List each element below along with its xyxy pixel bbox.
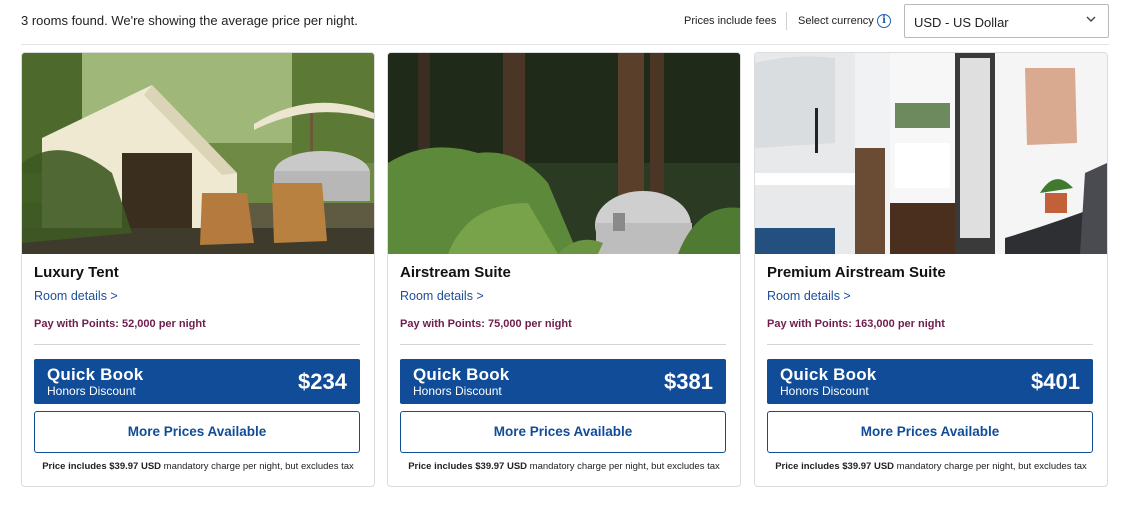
quick-book-label: Quick Book	[413, 365, 510, 384]
room-photo-airstream-suite[interactable]	[388, 53, 740, 254]
room-card: Premium Airstream Suite Room details > P…	[754, 52, 1108, 487]
currency-value: USD - US Dollar	[914, 15, 1009, 30]
nightly-price: $234	[298, 369, 347, 394]
room-photo-luxury-tent[interactable]	[22, 53, 374, 254]
quick-book-button[interactable]: Quick Book Honors Discount $401	[767, 359, 1093, 404]
disclaimer-rest: mandatory charge per night, but excludes…	[161, 461, 354, 472]
quick-book-label: Quick Book	[780, 365, 877, 384]
room-details-link[interactable]: Room details >	[34, 289, 118, 303]
room-card: Airstream Suite Room details > Pay with …	[387, 52, 741, 487]
toolbar-divider	[786, 12, 787, 30]
disclaimer-charge: Price includes $39.97 USD	[408, 461, 528, 472]
more-prices-button[interactable]: More Prices Available	[34, 411, 360, 453]
quick-book-label: Quick Book	[47, 365, 144, 384]
room-name: Luxury Tent	[34, 264, 119, 281]
points-price: Pay with Points: 163,000 per night	[767, 318, 945, 330]
disclaimer-charge: Price includes $39.97 USD	[775, 461, 895, 472]
disclaimer-charge: Price includes $39.97 USD	[42, 461, 162, 472]
room-photo-premium-airstream-suite[interactable]	[755, 53, 1107, 254]
room-name: Airstream Suite	[400, 264, 511, 281]
room-card: Luxury Tent Room details > Pay with Poin…	[21, 52, 375, 487]
discount-label: Honors Discount	[47, 384, 136, 398]
results-summary: 3 rooms found. We're showing the average…	[21, 13, 358, 28]
discount-label: Honors Discount	[413, 384, 502, 398]
discount-label: Honors Discount	[780, 384, 869, 398]
more-prices-button[interactable]: More Prices Available	[400, 411, 726, 453]
card-divider	[400, 344, 726, 345]
header-divider	[21, 44, 1109, 45]
nightly-price: $401	[1031, 369, 1080, 394]
card-divider	[767, 344, 1093, 345]
room-details-link[interactable]: Room details >	[400, 289, 484, 303]
price-disclaimer: Price includes $39.97 USD mandatory char…	[22, 461, 374, 472]
fees-note: Prices include fees	[684, 15, 777, 27]
currency-select[interactable]: USD - US Dollar	[904, 4, 1109, 38]
quick-book-button[interactable]: Quick Book Honors Discount $381	[400, 359, 726, 404]
quick-book-button[interactable]: Quick Book Honors Discount $234	[34, 359, 360, 404]
disclaimer-rest: mandatory charge per night, but excludes…	[527, 461, 720, 472]
results-toolbar: 3 rooms found. We're showing the average…	[0, 0, 1143, 44]
price-disclaimer: Price includes $39.97 USD mandatory char…	[755, 461, 1107, 472]
room-details-link[interactable]: Room details >	[767, 289, 851, 303]
price-disclaimer: Price includes $39.97 USD mandatory char…	[388, 461, 740, 472]
points-price: Pay with Points: 52,000 per night	[34, 318, 206, 330]
info-icon[interactable]: i	[877, 14, 891, 28]
nightly-price: $381	[664, 369, 713, 394]
more-prices-button[interactable]: More Prices Available	[767, 411, 1093, 453]
currency-label: Select currency	[798, 15, 874, 27]
room-name: Premium Airstream Suite	[767, 264, 946, 281]
card-divider	[34, 344, 360, 345]
chevron-down-icon	[1086, 16, 1096, 22]
disclaimer-rest: mandatory charge per night, but excludes…	[894, 461, 1087, 472]
points-price: Pay with Points: 75,000 per night	[400, 318, 572, 330]
